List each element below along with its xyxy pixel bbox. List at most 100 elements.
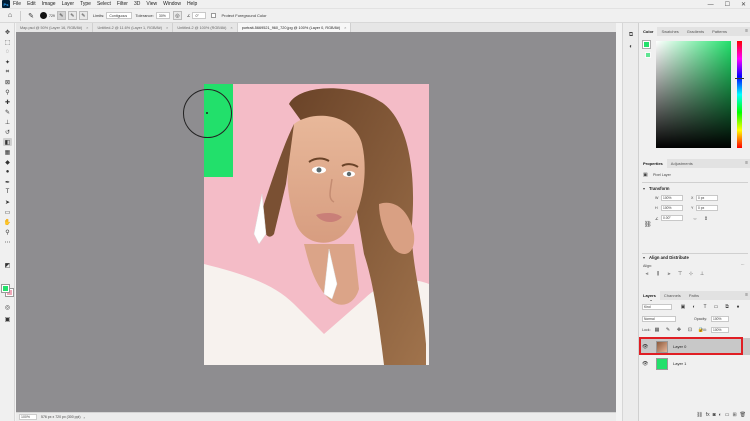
- document-tab[interactable]: Untitled-2 @ 100% (RGB/8#) ×: [173, 23, 238, 32]
- menu-type[interactable]: Type: [80, 0, 91, 9]
- sampling-background-swatch-button[interactable]: ✎: [78, 11, 88, 20]
- more-options-icon[interactable]: ⋯: [741, 263, 745, 267]
- protect-foreground-checkbox[interactable]: [211, 13, 217, 18]
- background-eraser-tool-icon[interactable]: ✎: [25, 11, 37, 21]
- hand-tool-icon[interactable]: ✋: [3, 218, 12, 226]
- sampling-continuous-button[interactable]: ✎: [56, 11, 66, 20]
- new-group-icon[interactable]: ▭: [725, 412, 730, 418]
- lock-artboard-icon[interactable]: ⊡: [686, 327, 694, 333]
- collapse-icon[interactable]: ▾: [643, 186, 645, 191]
- angle-input[interactable]: 0.00°: [661, 215, 683, 221]
- y-input[interactable]: 0 px: [696, 205, 718, 211]
- menu-file[interactable]: File: [13, 0, 21, 9]
- tab-gradients[interactable]: Gradients: [683, 27, 708, 36]
- tab-patterns[interactable]: Patterns: [708, 27, 731, 36]
- marquee-tool-icon[interactable]: ⬚: [3, 38, 12, 46]
- add-mask-icon[interactable]: ◙: [713, 412, 716, 418]
- menu-edit[interactable]: Edit: [27, 0, 36, 9]
- new-layer-icon[interactable]: ⊞: [732, 412, 736, 418]
- angle-input[interactable]: 0°: [192, 12, 207, 19]
- layer-name[interactable]: Layer 1: [673, 361, 686, 366]
- menu-3d[interactable]: 3D: [134, 0, 140, 9]
- align-bottom-icon[interactable]: ⊥: [698, 271, 706, 277]
- pressure-icon[interactable]: ◎: [172, 11, 182, 20]
- lasso-tool-icon[interactable]: ◌: [3, 48, 12, 56]
- lock-position-icon[interactable]: ✥: [675, 327, 683, 333]
- healing-brush-tool-icon[interactable]: ✚: [3, 98, 12, 106]
- layer-row-layer-1[interactable]: 👁 Layer 1: [639, 355, 750, 372]
- link-icon[interactable]: ⛓: [644, 221, 652, 228]
- clone-stamp-tool-icon[interactable]: ⊥: [3, 118, 12, 126]
- type-tool-icon[interactable]: T: [3, 188, 12, 196]
- document-tab[interactable]: Map.psd @ 50% (Layer 16, RGB/8#) ×: [16, 23, 94, 32]
- color-panel-foreground[interactable]: [642, 40, 651, 49]
- crop-tool-icon[interactable]: ⌗: [3, 68, 12, 76]
- close-icon[interactable]: ×: [230, 25, 232, 30]
- quick-mask-icon[interactable]: ◎: [3, 303, 12, 311]
- menu-layer[interactable]: Layer: [62, 0, 75, 9]
- history-panel-icon[interactable]: ⧉: [627, 31, 635, 39]
- sampling-once-button[interactable]: ✎: [67, 11, 77, 20]
- frame-tool-icon[interactable]: ⊠: [3, 78, 12, 86]
- tab-swatches[interactable]: Swatches: [657, 27, 682, 36]
- layer-filter-kind-select[interactable]: Kind: [642, 304, 672, 310]
- collapse-icon[interactable]: ▾: [643, 255, 645, 260]
- filter-type-icon[interactable]: T: [701, 304, 709, 310]
- filter-pixel-icon[interactable]: ▣: [679, 304, 687, 310]
- panel-menu-icon[interactable]: ≡: [745, 27, 748, 36]
- brush-tool-icon[interactable]: ✎: [3, 108, 12, 116]
- close-icon[interactable]: ×: [166, 25, 168, 30]
- tolerance-input[interactable]: 30%: [155, 12, 170, 19]
- foreground-color-swatch[interactable]: [1, 284, 10, 293]
- document-tab-active[interactable]: portrait-5669521_960_720.jpg @ 100% (Lay…: [237, 23, 352, 32]
- shape-tool-icon[interactable]: ▭: [3, 208, 12, 216]
- fill-input[interactable]: 100%: [711, 327, 729, 333]
- align-top-icon[interactable]: ⊤: [676, 271, 684, 277]
- maximize-icon[interactable]: ☐: [725, 1, 730, 8]
- tab-adjustments[interactable]: Adjustments: [667, 159, 697, 168]
- filter-adjustment-icon[interactable]: ◐: [690, 304, 698, 310]
- tab-color[interactable]: Color: [639, 27, 658, 36]
- layer-style-icon[interactable]: fx: [706, 412, 710, 418]
- align-middle-icon[interactable]: ⊹: [687, 271, 695, 277]
- lock-transparency-icon[interactable]: ▦: [653, 327, 661, 333]
- visibility-eye-icon[interactable]: 👁: [642, 361, 650, 367]
- pen-tool-icon[interactable]: ✒: [3, 178, 12, 186]
- menu-select[interactable]: Select: [97, 0, 111, 9]
- adjustments-panel-icon[interactable]: ◐: [627, 43, 635, 51]
- delete-layer-icon[interactable]: 🗑: [740, 412, 746, 418]
- tab-layers[interactable]: Layers: [639, 291, 660, 300]
- move-tool-icon[interactable]: ✥: [3, 28, 12, 36]
- brush-preset-picker[interactable]: [40, 12, 47, 19]
- flip-vertical-icon[interactable]: ⇕: [702, 216, 710, 222]
- gradient-tool-icon[interactable]: ▦: [3, 148, 12, 156]
- height-input[interactable]: 100%: [661, 205, 683, 211]
- tab-paths[interactable]: Paths: [685, 291, 703, 300]
- close-icon[interactable]: ×: [344, 25, 346, 30]
- canvas-area[interactable]: [16, 32, 616, 412]
- hue-slider-handle[interactable]: [735, 78, 744, 79]
- filter-toggle-icon[interactable]: ●: [734, 304, 742, 310]
- link-layers-icon[interactable]: ⛓: [696, 412, 702, 418]
- dodge-tool-icon[interactable]: ●: [3, 168, 12, 176]
- lock-pixels-icon[interactable]: ✎: [664, 327, 672, 333]
- zoom-tool-icon[interactable]: ⚲: [3, 228, 12, 236]
- tab-channels[interactable]: Channels: [660, 291, 685, 300]
- panel-menu-icon[interactable]: ≡: [745, 159, 748, 168]
- menu-filter[interactable]: Filter: [117, 0, 128, 9]
- x-input[interactable]: 0 px: [696, 195, 718, 201]
- menu-window[interactable]: Window: [163, 0, 181, 9]
- eyedropper-tool-icon[interactable]: ⚲: [3, 88, 12, 96]
- zoom-level-input[interactable]: 100%: [19, 414, 37, 420]
- home-icon[interactable]: ⌂: [4, 11, 16, 21]
- panel-menu-icon[interactable]: ≡: [745, 291, 748, 300]
- new-adjustment-layer-icon[interactable]: ◐: [719, 412, 722, 418]
- chevron-right-icon[interactable]: ›: [84, 415, 85, 420]
- limits-select[interactable]: Contiguous: [106, 12, 133, 19]
- width-input[interactable]: 100%: [661, 195, 683, 201]
- eraser-tool-icon[interactable]: ◧: [3, 138, 12, 146]
- close-icon[interactable]: ×: [86, 25, 88, 30]
- align-right-icon[interactable]: ⫸: [665, 271, 673, 277]
- hue-slider[interactable]: [737, 41, 742, 148]
- menu-help[interactable]: Help: [187, 0, 197, 9]
